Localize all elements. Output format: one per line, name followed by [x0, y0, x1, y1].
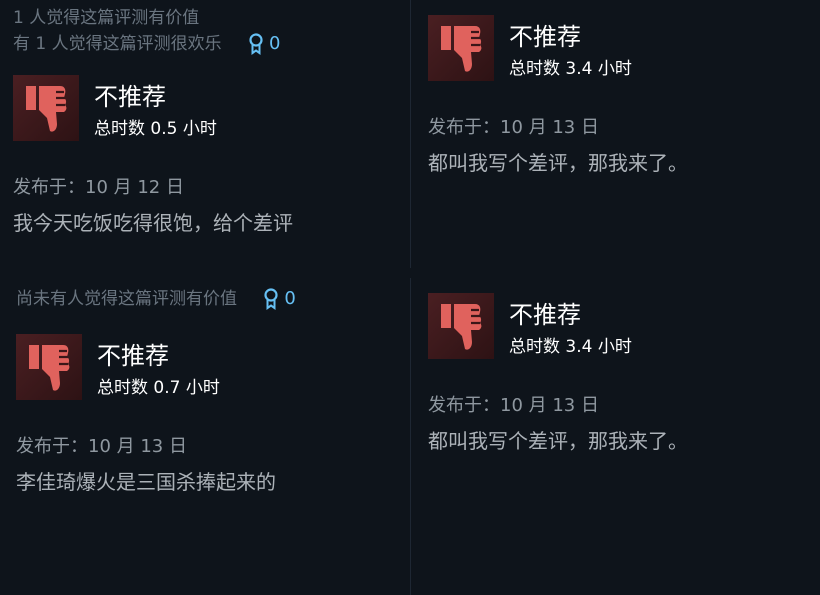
- playtime-hours: 总时数 3.4 小时: [509, 59, 632, 79]
- verdict-row: 不推荐 总时数 0.5 小时: [13, 75, 293, 141]
- playtime-hours: 总时数 0.7 小时: [97, 378, 220, 398]
- review-body: 都叫我写个差评，那我来了。: [428, 151, 688, 175]
- verdict-label[interactable]: 不推荐: [97, 342, 220, 370]
- review-card: 不推荐 总时数 3.4 小时 发布于：10 月 13 日 都叫我写个差评，那我来…: [428, 15, 688, 176]
- playtime-hours: 总时数 0.5 小时: [94, 119, 217, 139]
- review-body: 我今天吃饭吃得很饱，给个差评: [13, 211, 293, 235]
- award-count: 0: [269, 33, 281, 54]
- review-body: 都叫我写个差评，那我来了。: [428, 429, 688, 453]
- posted-date: 发布于：10 月 12 日: [13, 177, 184, 198]
- posted-date: 发布于：10 月 13 日: [428, 395, 599, 416]
- verdict-label[interactable]: 不推荐: [509, 23, 632, 51]
- reviews-grid: 1 人觉得这篇评测有价值 有 1 人觉得这篇评测很欢乐 0 不推荐 总时数 0.…: [0, 0, 820, 595]
- verdict-text: 不推荐 总时数 3.4 小时: [509, 23, 632, 79]
- review-card: 1 人觉得这篇评测有价值 有 1 人觉得这篇评测很欢乐 0 不推荐 总时数 0.…: [13, 5, 293, 236]
- verdict-label[interactable]: 不推荐: [509, 301, 632, 329]
- thumbs-down-icon: [428, 293, 494, 359]
- playtime-hours: 总时数 3.4 小时: [509, 337, 632, 357]
- verdict-text: 不推荐 总时数 3.4 小时: [509, 301, 632, 357]
- helpful-count-row: 尚未有人觉得这篇评测有价值 0: [16, 286, 296, 312]
- verdict-text: 不推荐 总时数 0.5 小时: [94, 83, 217, 139]
- posted-date: 发布于：10 月 13 日: [16, 436, 187, 457]
- verdict-row: 不推荐 总时数 0.7 小时: [16, 334, 296, 400]
- column-divider-bottom: [410, 278, 411, 595]
- verdict-row: 不推荐 总时数 3.4 小时: [428, 293, 688, 359]
- funny-count-row: 有 1 人觉得这篇评测很欢乐 0: [13, 31, 293, 57]
- review-body: 李佳琦爆火是三国杀捧起来的: [16, 470, 276, 494]
- thumbs-down-icon: [13, 75, 79, 141]
- review-card: 不推荐 总时数 3.4 小时 发布于：10 月 13 日 都叫我写个差评，那我来…: [428, 293, 688, 454]
- award-ribbon-icon: [247, 33, 265, 55]
- column-divider-top: [410, 0, 411, 268]
- thumbs-down-icon: [16, 334, 82, 400]
- review-card: 尚未有人觉得这篇评测有价值 0 不推荐 总时数 0.7 小时 发布于：10 月 …: [16, 286, 296, 495]
- funny-count-text: 有 1 人觉得这篇评测很欢乐: [13, 34, 222, 54]
- verdict-text: 不推荐 总时数 0.7 小时: [97, 342, 220, 398]
- thumbs-down-icon: [428, 15, 494, 81]
- helpful-count-text: 1 人觉得这篇评测有价值: [13, 8, 200, 28]
- posted-date: 发布于：10 月 13 日: [428, 117, 599, 138]
- helpful-count-text: 尚未有人觉得这篇评测有价值: [16, 289, 237, 309]
- award-button[interactable]: 0: [247, 31, 280, 57]
- verdict-row: 不推荐 总时数 3.4 小时: [428, 15, 688, 81]
- award-ribbon-icon: [262, 288, 280, 310]
- verdict-label[interactable]: 不推荐: [94, 83, 217, 111]
- award-button[interactable]: 0: [262, 286, 296, 312]
- award-count: 0: [284, 288, 296, 309]
